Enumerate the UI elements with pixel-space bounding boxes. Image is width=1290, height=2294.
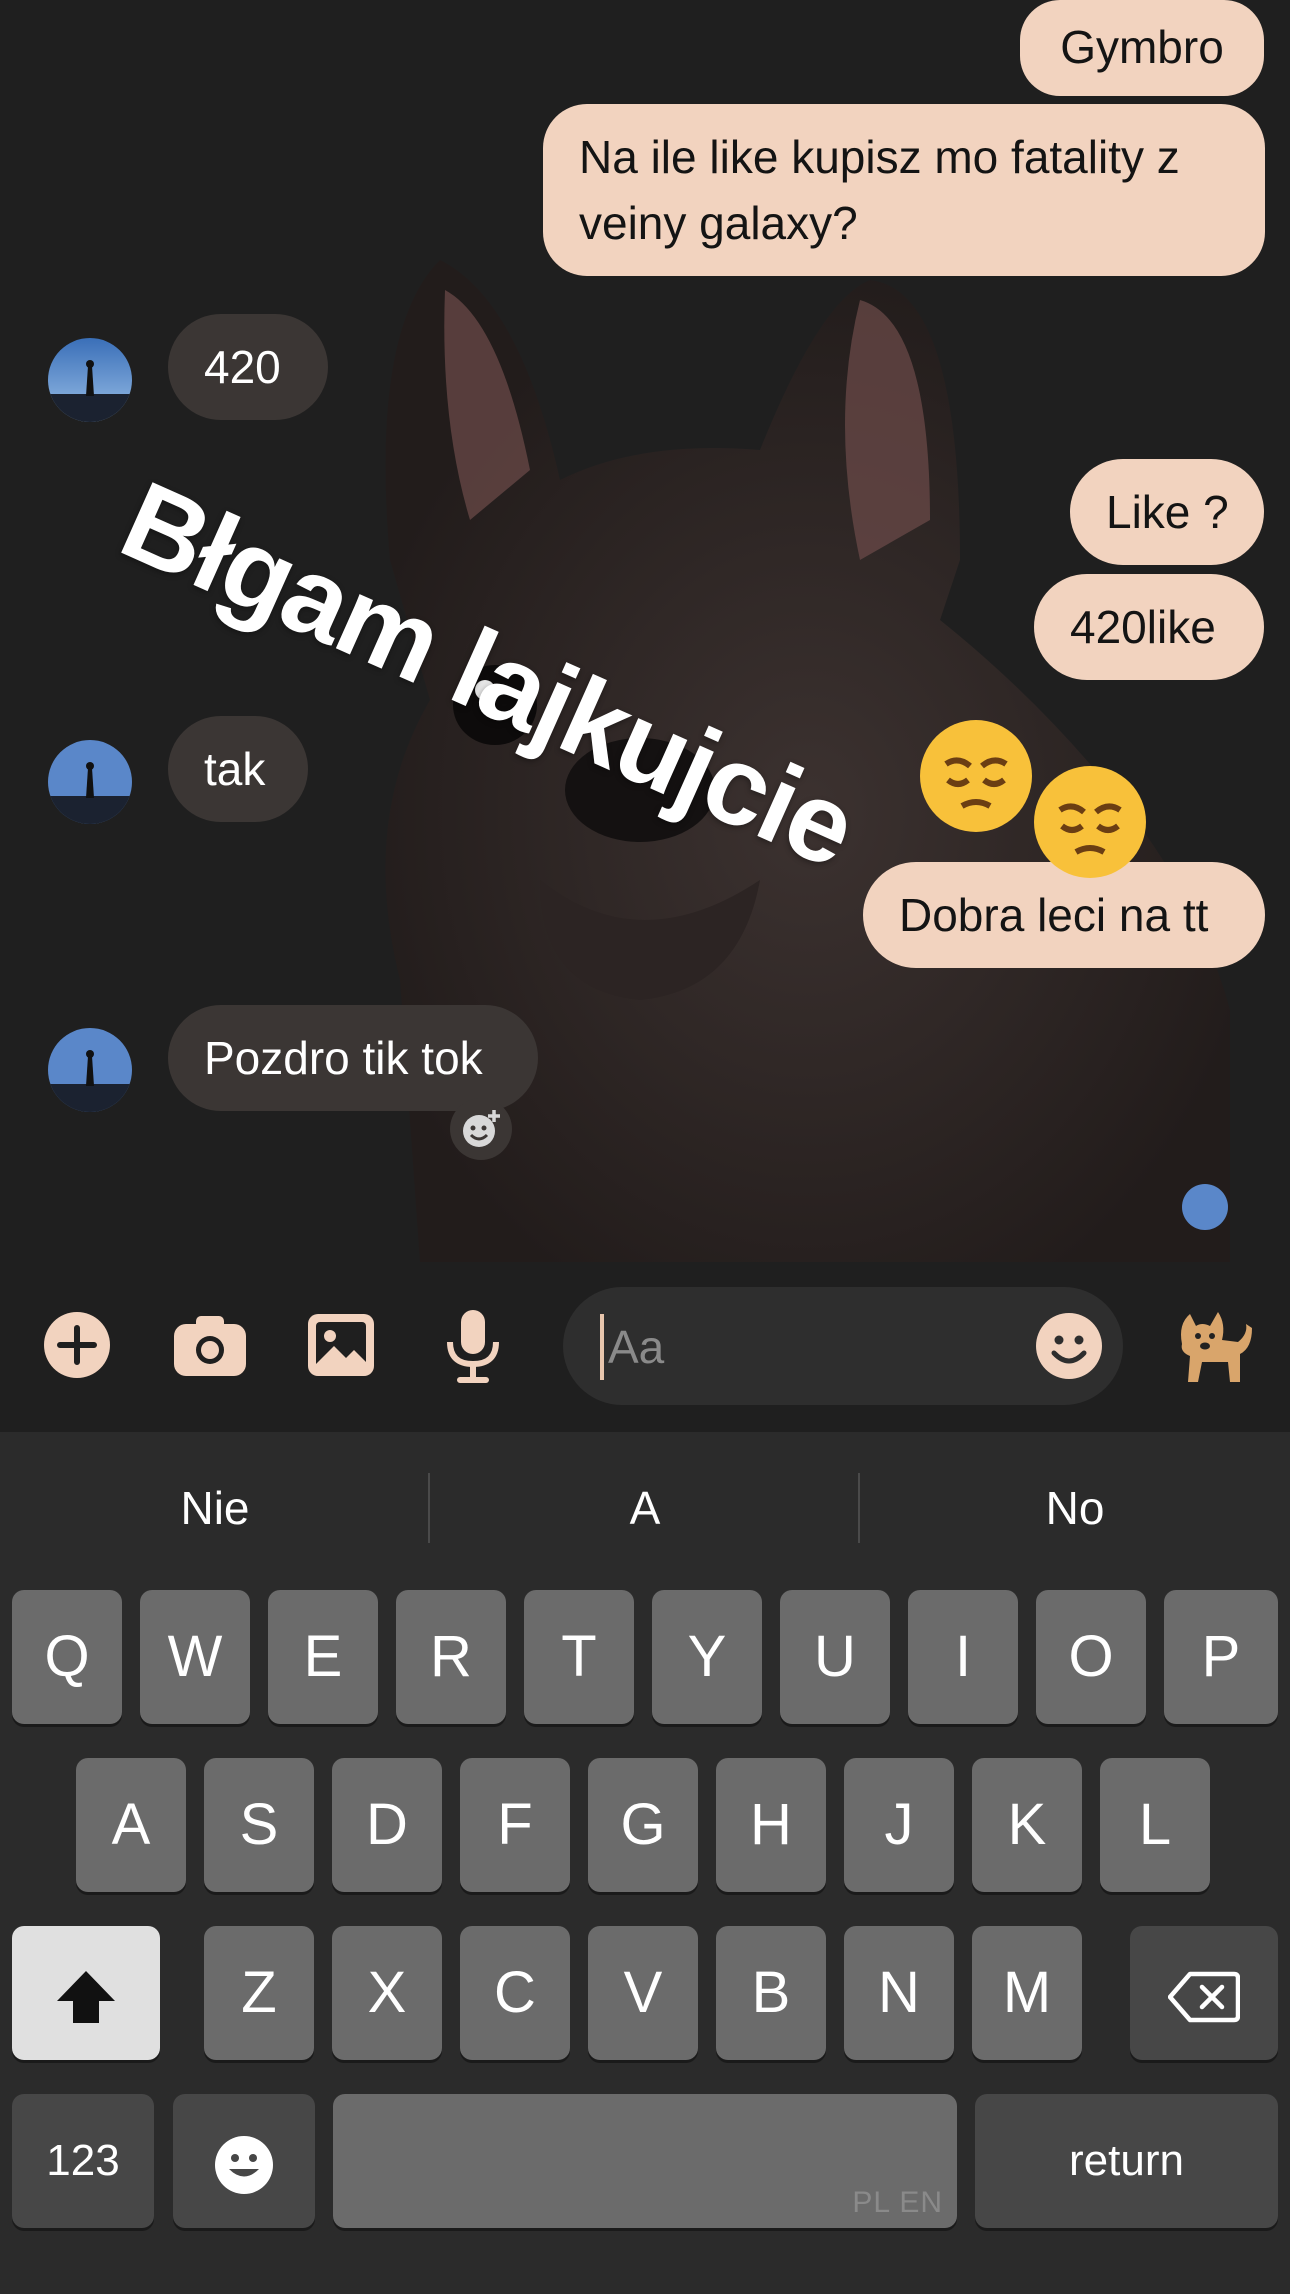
avatar[interactable] [48,338,132,422]
key-v[interactable]: V [588,1926,698,2060]
message-input-placeholder: Aa [608,1321,665,1373]
message-out-gymbro[interactable]: Gymbro [1020,0,1264,96]
suggestion-1[interactable]: Nie [65,1478,365,1538]
emoji-icon[interactable] [1034,1311,1104,1381]
key-p[interactable]: P [1164,1590,1278,1724]
key-n[interactable]: N [844,1926,954,2060]
chat-area: Gymbro Na ile like kupisz mo fatality z … [0,0,1290,1262]
message-out-question[interactable]: Na ile like kupisz mo fatality z veiny g… [543,104,1265,276]
key-j[interactable]: J [844,1758,954,1892]
add-reaction-icon [463,1110,500,1147]
message-text: Pozdro tik tok [204,1032,483,1084]
message-out-like[interactable]: Like ? [1070,459,1264,565]
key-q[interactable]: Q [12,1590,122,1724]
message-text: Gymbro [1060,21,1224,73]
key-r[interactable]: R [396,1590,506,1724]
gallery-icon[interactable] [306,1312,376,1378]
suggestion-2[interactable]: A [495,1478,795,1538]
message-text-line2: veiny galaxy? [579,197,858,249]
shift-icon [57,1970,115,2023]
key-c[interactable]: C [460,1926,570,2060]
avatar[interactable] [48,740,132,824]
key-g[interactable]: G [588,1758,698,1892]
return-key[interactable]: return [975,2094,1278,2228]
emoji-keyboard-icon [215,2135,273,2194]
add-reaction-button[interactable] [450,1098,512,1160]
microphone-icon[interactable] [444,1308,502,1384]
suggestion-3[interactable]: No [925,1478,1225,1538]
key-m[interactable]: M [972,1926,1082,2060]
key-o[interactable]: O [1036,1590,1146,1724]
key-d[interactable]: D [332,1758,442,1892]
suggestion-divider [428,1473,430,1543]
key-u[interactable]: U [780,1590,890,1724]
message-out-420like[interactable]: 420like [1034,574,1264,680]
plus-icon[interactable] [42,1310,112,1380]
pensive-face-icon [1034,766,1146,878]
message-in-tak[interactable]: tak [168,716,308,822]
message-text: tak [204,743,266,795]
shift-key[interactable] [12,1926,160,2060]
language-indicator: PL EN [852,2186,943,2219]
key-e[interactable]: E [268,1590,378,1724]
key-w[interactable]: W [140,1590,250,1724]
message-text: Dobra leci na tt [899,889,1209,941]
message-in-420[interactable]: 420 [168,314,328,420]
key-x[interactable]: X [332,1926,442,2060]
camera-icon[interactable] [172,1312,248,1378]
message-text: Like ? [1106,486,1229,538]
key-k[interactable]: K [972,1758,1082,1892]
message-text: 420 [204,341,281,393]
key-b[interactable]: B [716,1926,826,2060]
space-key[interactable]: PL EN [333,2094,957,2228]
key-f[interactable]: F [460,1758,570,1892]
key-l[interactable]: L [1100,1758,1210,1892]
backspace-key[interactable] [1130,1926,1278,2060]
key-s[interactable]: S [204,1758,314,1892]
backspace-icon [1167,1971,1241,2022]
numbers-key[interactable]: 123 [12,2094,154,2228]
seen-avatar [1182,1184,1228,1230]
key-i[interactable]: I [908,1590,1018,1724]
emoji-keyboard-key[interactable] [173,2094,315,2228]
avatar[interactable] [48,1028,132,1112]
key-h[interactable]: H [716,1758,826,1892]
key-y[interactable]: Y [652,1590,762,1724]
text-caret [600,1314,604,1380]
suggestion-divider [858,1473,860,1543]
message-text: 420like [1070,601,1216,653]
dog-sticker-icon[interactable] [1168,1304,1252,1386]
key-z[interactable]: Z [204,1926,314,2060]
pensive-face-icon [920,720,1032,832]
key-a[interactable]: A [76,1758,186,1892]
message-text-line1: Na ile like kupisz mo fatality z [579,131,1180,183]
message-in-pozdro[interactable]: Pozdro tik tok [168,1005,538,1111]
key-t[interactable]: T [524,1590,634,1724]
